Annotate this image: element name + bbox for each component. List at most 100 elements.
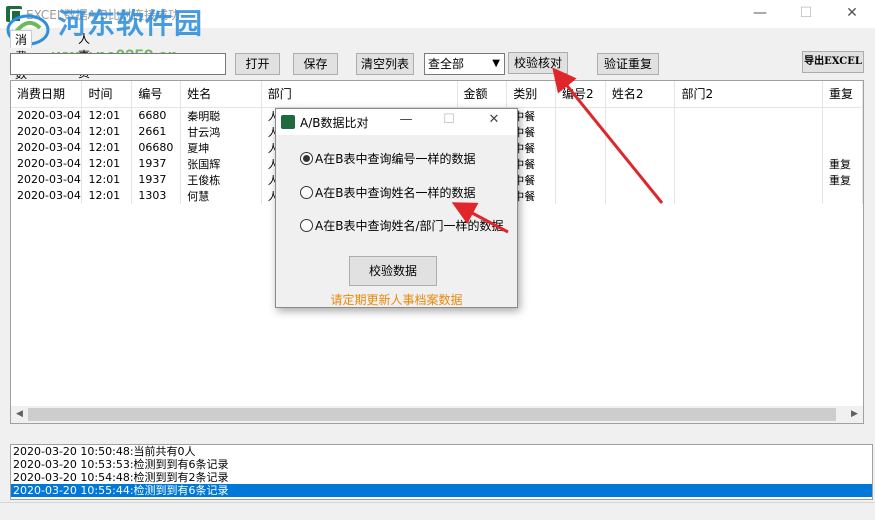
maximize-button[interactable]: ☐ <box>783 2 829 26</box>
table-cell[interactable] <box>555 187 606 204</box>
dialog-close-button[interactable]: ✕ <box>484 112 504 127</box>
table-cell[interactable] <box>555 123 606 140</box>
table-cell[interactable]: 1303 <box>131 187 182 204</box>
table-cell[interactable]: 12:01 <box>81 123 133 140</box>
tab-consumption[interactable]: 消费数据 <box>10 30 33 98</box>
table-cell[interactable]: 2020-03-04 <box>11 139 83 156</box>
table-cell[interactable] <box>674 123 824 140</box>
column-header[interactable]: 时间 <box>81 81 133 108</box>
dialog-minimize-button[interactable]: — <box>396 112 416 127</box>
column-header[interactable]: 金额 <box>457 81 508 108</box>
table-cell[interactable]: 2020-03-04 <box>11 155 83 172</box>
table-cell[interactable]: 王俊栋 <box>180 171 262 188</box>
radio-option-id[interactable]: A在B表中查询编号一样的数据 <box>300 151 475 167</box>
verify-button[interactable]: 校验核对 <box>508 52 568 74</box>
column-header[interactable]: 编号2 <box>555 81 606 108</box>
table-header-row: 消费日期 时间 编号 姓名 部门 金额 类别 编号2 姓名2 部门2 重复 <box>11 81 863 108</box>
column-header[interactable]: 部门2 <box>674 81 824 108</box>
table-cell[interactable]: 2661 <box>131 123 182 140</box>
filter-select-value: 查全部 <box>428 57 465 71</box>
table-cell[interactable]: 张国辉 <box>180 155 262 172</box>
table-cell[interactable]: 12:01 <box>81 187 133 204</box>
table-cell[interactable] <box>674 171 824 188</box>
table-cell[interactable]: 06680 <box>131 139 182 156</box>
table-cell[interactable] <box>822 123 863 140</box>
radio-icon[interactable] <box>300 219 313 232</box>
log-list[interactable]: 2020-03-20 10:50:48:当前共有0人 2020-03-20 10… <box>10 444 873 500</box>
dialog-maximize-button[interactable]: ☐ <box>439 112 459 127</box>
table-cell[interactable]: 12:01 <box>81 155 133 172</box>
table-cell[interactable] <box>674 139 824 156</box>
radio-label: A在B表中查询编号一样的数据 <box>315 152 476 166</box>
table-cell[interactable]: 秦明聪 <box>180 107 262 124</box>
table-cell[interactable]: 6680 <box>131 107 182 124</box>
table-cell[interactable] <box>605 155 676 172</box>
radio-option-name-dept[interactable]: A在B表中查询姓名/部门一样的数据 <box>300 218 504 234</box>
dialog-note: 请定期更新人事档案数据 <box>330 293 463 307</box>
column-header[interactable]: 姓名2 <box>605 81 676 108</box>
table-cell[interactable] <box>605 139 676 156</box>
table-cell[interactable]: 何慧 <box>180 187 262 204</box>
dialog-app-icon <box>281 115 295 129</box>
table-cell[interactable]: 2020-03-04 <box>11 107 83 124</box>
table-cell[interactable]: 重复 <box>822 155 863 172</box>
compare-dialog: A/B数据比对 — ☐ ✕ A在B表中查询编号一样的数据 A在B表中查询姓名一样… <box>275 108 518 308</box>
minimize-button[interactable]: — <box>737 2 783 26</box>
table-cell[interactable] <box>605 107 676 124</box>
clear-list-button[interactable]: 清空列表 <box>356 53 414 75</box>
radio-option-name[interactable]: A在B表中查询姓名一样的数据 <box>300 185 475 201</box>
open-button[interactable]: 打开 <box>235 53 280 75</box>
radio-checked-icon[interactable] <box>300 152 313 165</box>
table-cell[interactable]: 12:01 <box>81 139 133 156</box>
scroll-left-icon[interactable]: ◀ <box>11 406 28 423</box>
scrollbar-thumb[interactable] <box>28 408 836 421</box>
verify-data-button[interactable]: 校验数据 <box>349 256 437 286</box>
log-item[interactable]: 2020-03-20 10:54:48:检测到到有2条记录 <box>11 471 872 484</box>
table-cell[interactable]: 2020-03-04 <box>11 171 83 188</box>
table-cell[interactable]: 12:01 <box>81 107 133 124</box>
close-button[interactable]: ✕ <box>829 2 875 26</box>
log-item[interactable]: 2020-03-20 10:50:48:当前共有0人 <box>11 445 872 458</box>
dialog-title: A/B数据比对 <box>300 116 369 130</box>
file-path-input[interactable] <box>10 53 226 75</box>
table-cell[interactable] <box>822 187 863 204</box>
radio-label: A在B表中查询姓名/部门一样的数据 <box>315 219 504 233</box>
column-header[interactable]: 重复 <box>822 81 863 108</box>
column-header[interactable]: 类别 <box>506 81 557 108</box>
log-item-selected[interactable]: 2020-03-20 10:55:44:检测到到有6条记录 <box>11 484 872 497</box>
filter-select[interactable]: 查全部 ▼ <box>424 53 505 75</box>
scroll-right-icon[interactable]: ▶ <box>846 406 863 423</box>
check-duplicate-button[interactable]: 验证重复 <box>597 53 659 75</box>
radio-icon[interactable] <box>300 186 313 199</box>
export-excel-button[interactable]: 导出EXCEL <box>802 51 864 73</box>
table-cell[interactable] <box>674 187 824 204</box>
table-cell[interactable] <box>822 107 863 124</box>
table-cell[interactable] <box>555 155 606 172</box>
table-cell[interactable]: 1937 <box>131 155 182 172</box>
table-cell[interactable]: 重复 <box>822 171 863 188</box>
table-cell[interactable] <box>605 123 676 140</box>
radio-label: A在B表中查询姓名一样的数据 <box>315 186 476 200</box>
table-cell[interactable] <box>555 107 606 124</box>
column-header[interactable]: 姓名 <box>180 81 262 108</box>
table-cell[interactable]: 2020-03-04 <box>11 187 83 204</box>
table-cell[interactable] <box>605 171 676 188</box>
table-cell[interactable]: 12:01 <box>81 171 133 188</box>
table-cell[interactable] <box>822 139 863 156</box>
table-cell[interactable]: 甘云鸿 <box>180 123 262 140</box>
column-header[interactable]: 消费日期 <box>11 81 83 108</box>
table-cell[interactable] <box>674 107 824 124</box>
table-cell[interactable] <box>555 171 606 188</box>
table-cell[interactable] <box>605 187 676 204</box>
horizontal-scrollbar[interactable]: ◀ ▶ <box>11 406 863 423</box>
table-cell[interactable]: 1937 <box>131 171 182 188</box>
log-item[interactable]: 2020-03-20 10:53:53:检测到到有6条记录 <box>11 458 872 471</box>
table-cell[interactable] <box>674 155 824 172</box>
save-button[interactable]: 保存 <box>293 53 338 75</box>
column-header[interactable]: 编号 <box>131 81 182 108</box>
status-bar <box>0 502 875 520</box>
column-header[interactable]: 部门 <box>261 81 458 108</box>
table-cell[interactable] <box>555 139 606 156</box>
table-cell[interactable]: 2020-03-04 <box>11 123 83 140</box>
table-cell[interactable]: 夏坤 <box>180 139 262 156</box>
